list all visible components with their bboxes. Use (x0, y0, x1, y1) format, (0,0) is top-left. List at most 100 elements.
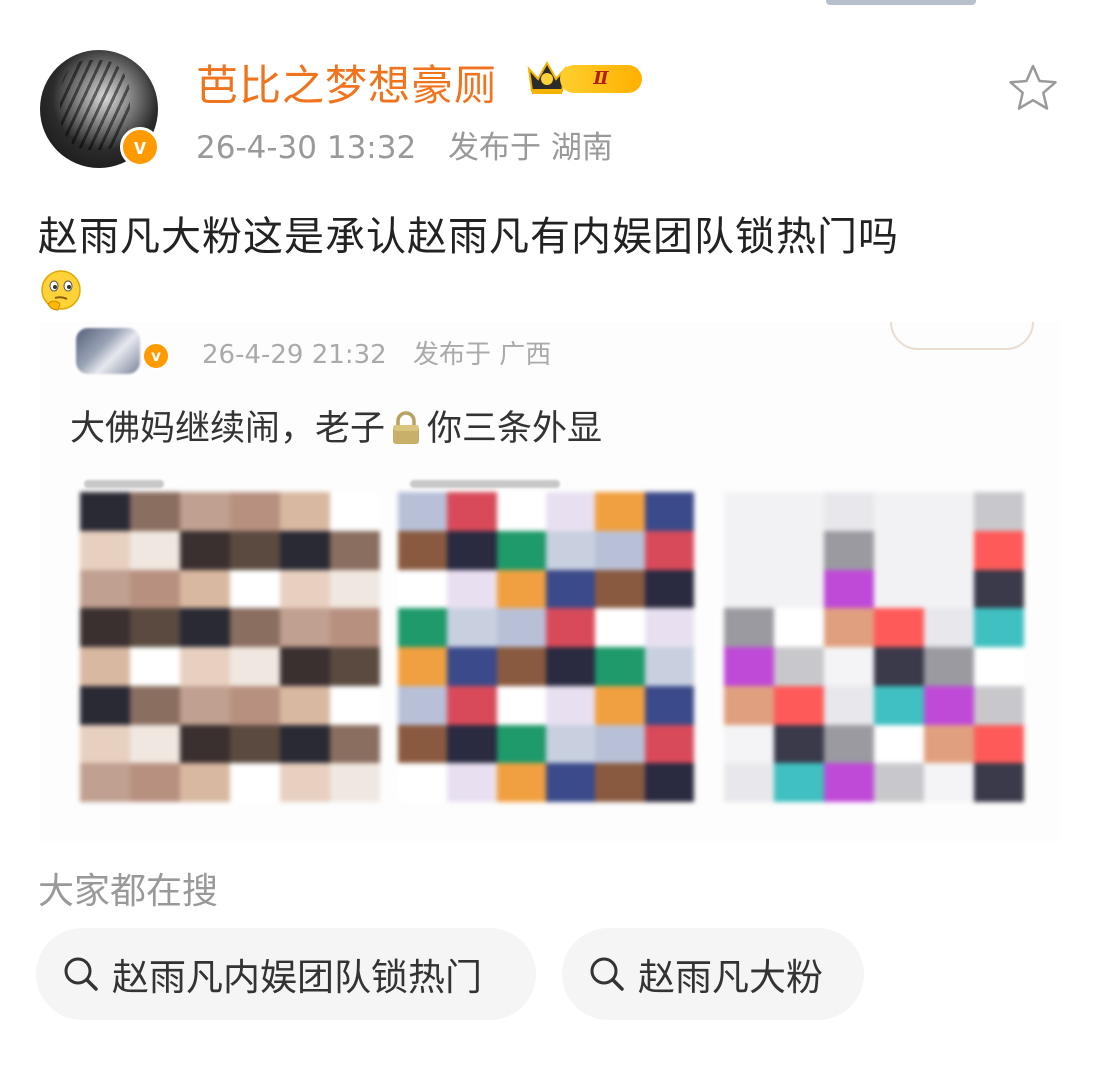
mosaic-cell (496, 724, 546, 764)
search-chip-2[interactable]: 赵雨凡大粉 (562, 928, 864, 1020)
quoted-screenshot[interactable]: v 26-4-29 21:32 发布于 广西 大佛妈继续闹，老子 你三条外显 (40, 322, 1060, 842)
mosaic-cell (545, 492, 596, 531)
mosaic-cell (280, 763, 330, 802)
mosaic-cell (545, 724, 596, 764)
mosaic-cell (644, 685, 694, 725)
mosaic-cell (496, 608, 546, 647)
mosaic-cell (230, 492, 280, 531)
post-text: 赵雨凡大粉这是承认赵雨凡有内娱团队锁热门吗 (38, 214, 899, 260)
search-icon (590, 957, 624, 991)
thumb-caption-2 (410, 480, 560, 488)
mosaic-cell (924, 608, 974, 647)
mosaic-cell (974, 569, 1024, 609)
mosaic-cell (924, 530, 974, 570)
post-meta: 26-4-30 13:32 发布于 湖南 (196, 122, 635, 167)
mosaic-cell (130, 647, 180, 686)
thumb-caption-1 (84, 480, 164, 488)
mosaic-cell (280, 685, 330, 725)
mosaic-cell (724, 763, 774, 802)
search-chip-label: 赵雨凡内娱团队锁热门 (112, 956, 482, 999)
mosaic-cell (824, 724, 874, 764)
mosaic-cell (644, 763, 694, 802)
vip-level-label: Ⅱ (560, 65, 642, 93)
mosaic-cell (447, 492, 497, 531)
mosaic-cell (595, 608, 645, 647)
mosaic-cell (874, 647, 924, 686)
mosaic-cell (330, 724, 380, 764)
mosaic-cell (80, 569, 130, 609)
mosaic-cell (774, 492, 824, 531)
mosaic-cell (974, 724, 1024, 764)
mosaic-cell (130, 685, 180, 725)
username[interactable]: 芭比之梦想豪厕 (196, 52, 497, 113)
mosaic-cell (824, 608, 874, 647)
mosaic-cell (496, 647, 546, 686)
mosaic-cell (330, 492, 380, 531)
mosaic-cell (447, 724, 497, 764)
mosaic-cell (398, 685, 448, 725)
lock-icon (393, 411, 420, 444)
mosaic-cell (644, 724, 694, 764)
mosaic-cell (398, 724, 448, 764)
mosaic-cell (644, 569, 694, 609)
mosaic-cell (874, 724, 924, 764)
mosaic-cell (924, 492, 974, 531)
mosaic-cell (180, 530, 230, 570)
mosaic-cell (874, 763, 924, 802)
top-status-bar (826, 0, 976, 5)
mosaic-cell (974, 530, 1024, 570)
mosaic-cell (130, 530, 180, 570)
mosaic-cell (724, 685, 774, 725)
mosaic-cell (545, 763, 596, 802)
search-chip-label: 赵雨凡大粉 (638, 956, 823, 999)
mosaic-cell (447, 530, 497, 570)
mosaic-cell (595, 685, 645, 725)
quoted-text-before: 大佛妈继续闹，老子 (70, 409, 386, 449)
quoted-meta: 26-4-29 21:32 发布于 广西 (202, 334, 569, 371)
mosaic-cell (398, 530, 448, 570)
mosaic-cell (774, 569, 824, 609)
mosaic-cell (595, 724, 645, 764)
search-chip-1[interactable]: 赵雨凡内娱团队锁热门 (36, 928, 536, 1020)
mosaic-cell (824, 763, 874, 802)
mosaic-cell (644, 608, 694, 647)
mosaic-cell (447, 763, 497, 802)
mosaic-cell (130, 763, 180, 802)
quoted-follow-button-fragment (890, 322, 1034, 350)
mosaic-cell (595, 492, 645, 531)
mosaic-cell (874, 492, 924, 531)
mosaic-cell (280, 647, 330, 686)
mosaic-cell (398, 608, 448, 647)
trending-search-heading: 大家都在搜 (38, 871, 219, 912)
mosaic-cell (180, 685, 230, 725)
quoted-text-after: 你三条外显 (427, 409, 603, 449)
mosaic-cell (496, 763, 546, 802)
mosaic-cell (398, 763, 448, 802)
mosaic-cell (398, 492, 448, 531)
favorite-star-icon[interactable] (1007, 62, 1059, 114)
mosaic-cell (595, 530, 645, 570)
mosaic-cell (924, 763, 974, 802)
mosaic-cell (496, 530, 546, 570)
mosaic-cell (180, 492, 230, 531)
mosaic-cell (80, 763, 130, 802)
post-timestamp: 26-4-30 13:32 (196, 130, 417, 166)
vip-badge[interactable]: Ⅱ (526, 57, 644, 99)
mosaic-cell (280, 530, 330, 570)
quoted-location: 发布于 广西 (412, 340, 552, 370)
mosaic-cell (774, 530, 824, 570)
mosaic-cell (80, 724, 130, 764)
mosaic-cell (230, 724, 280, 764)
mosaic-cell (80, 647, 130, 686)
mosaic-cell (924, 724, 974, 764)
mosaic-cell (874, 685, 924, 725)
mosaic-cell (280, 608, 330, 647)
verified-badge-icon: v (120, 127, 160, 167)
mosaic-cell (496, 569, 546, 609)
mosaic-cell (595, 763, 645, 802)
mosaic-cell (280, 569, 330, 609)
mosaic-cell (974, 685, 1024, 725)
mosaic-cell (80, 530, 130, 570)
mosaic-cell (874, 608, 924, 647)
mosaic-cell (545, 685, 596, 725)
